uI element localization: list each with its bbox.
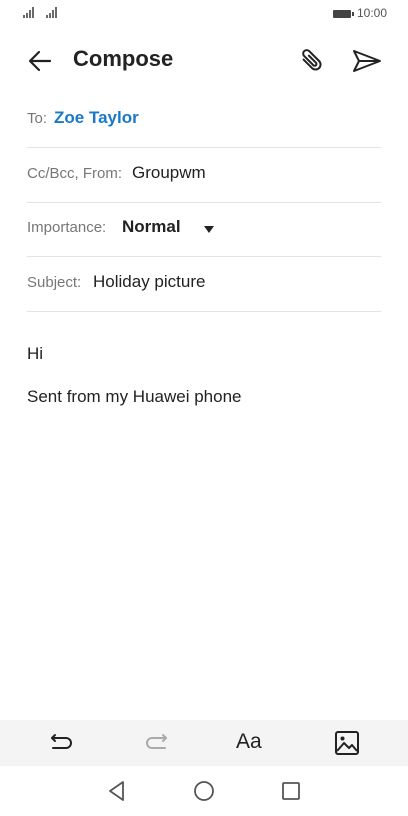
to-field[interactable]: To: Zoe Taylor — [27, 93, 381, 148]
importance-field[interactable]: Importance: Normal — [27, 202, 381, 257]
to-label: To: — [27, 110, 48, 127]
formatting-toolbar: Aa — [0, 720, 408, 766]
page-title: Compose — [73, 46, 174, 71]
battery-icon — [333, 10, 354, 18]
subject-input[interactable]: Holiday picture — [93, 272, 205, 292]
from-account[interactable]: Groupwm — [132, 163, 206, 183]
circle-home-icon[interactable] — [192, 779, 216, 803]
ccbcc-from-field[interactable]: Cc/Bcc, From: Groupwm — [27, 148, 381, 203]
signal-icon — [46, 7, 60, 18]
subject-label: Subject: — [27, 274, 82, 291]
body-greeting[interactable]: Hi — [27, 344, 43, 364]
triangle-back-icon[interactable] — [105, 779, 129, 803]
app-header: Compose — [0, 36, 408, 86]
body-signature[interactable]: Sent from my Huawei phone — [27, 387, 242, 407]
subject-field[interactable]: Subject: Holiday picture — [27, 257, 381, 312]
undo-icon[interactable] — [47, 728, 77, 758]
image-icon[interactable] — [332, 728, 362, 758]
status-bar: 10:00 — [0, 0, 408, 30]
dropdown-arrow-icon[interactable] — [204, 226, 214, 233]
square-recents-icon[interactable] — [279, 779, 303, 803]
signal-icon — [23, 7, 37, 18]
importance-select[interactable]: Normal — [122, 217, 181, 237]
ccbcc-label: Cc/Bcc, From: — [27, 165, 123, 182]
importance-label: Importance: — [27, 219, 107, 236]
paperclip-icon[interactable] — [296, 45, 328, 77]
redo-icon[interactable] — [141, 728, 171, 758]
recipient-chip[interactable]: Zoe Taylor — [54, 108, 139, 128]
text-format-button[interactable]: Aa — [236, 730, 262, 754]
arrow-left-icon[interactable] — [26, 46, 56, 76]
system-nav-bar — [0, 766, 408, 816]
status-time: 10:00 — [357, 6, 388, 20]
send-icon[interactable] — [350, 46, 384, 76]
